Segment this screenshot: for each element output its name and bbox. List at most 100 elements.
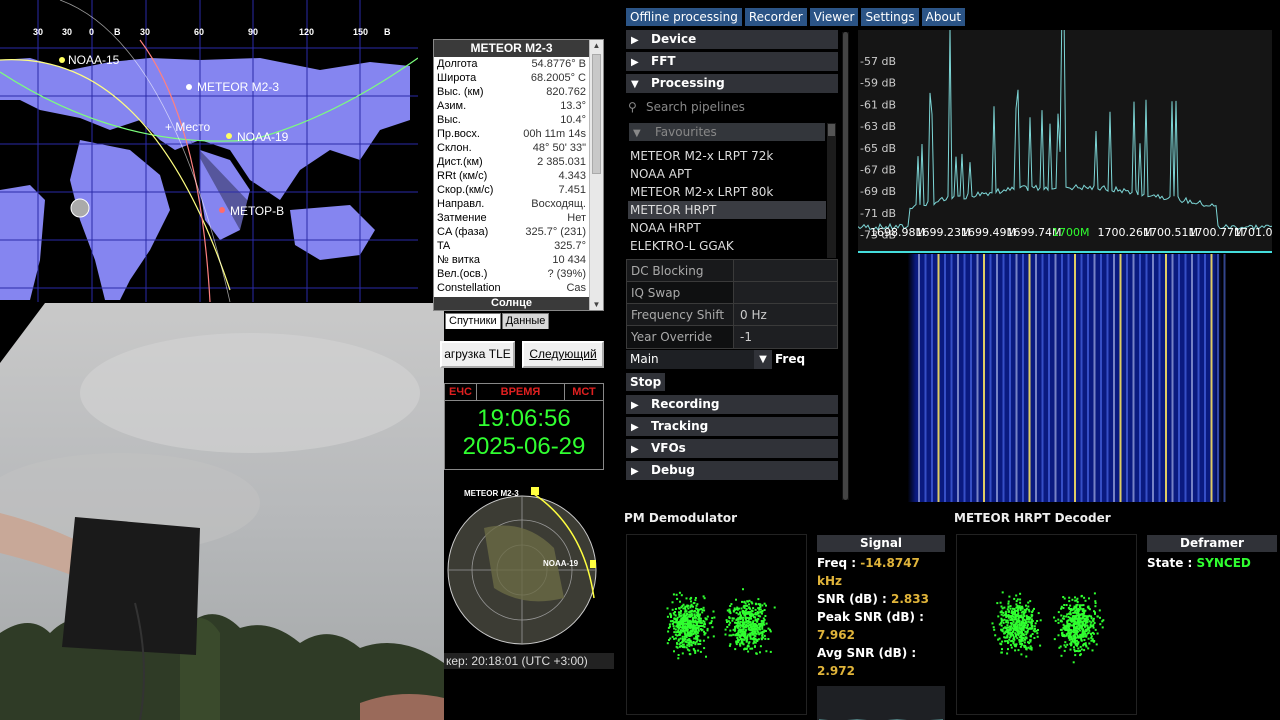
freq-label: 1701.02M	[1234, 226, 1272, 239]
pipeline-item-selected[interactable]: METEOR HRPT	[628, 201, 826, 219]
waterfall-line	[1015, 254, 1018, 502]
sat-info-key: Направл.	[437, 198, 485, 210]
section-label: Device	[651, 32, 697, 46]
option-value[interactable]: 0 Hz	[734, 304, 837, 325]
expand-icon: ▶	[631, 57, 639, 68]
waterfall-line	[1171, 254, 1174, 502]
waterfall-line	[1184, 254, 1187, 502]
signal-snr: SNR (dB) : 2.833	[817, 590, 945, 608]
menu-viewer[interactable]: Viewer	[809, 8, 859, 26]
db-label: -59 dB	[860, 77, 896, 90]
expand-icon: ▶	[631, 444, 639, 455]
pipeline-item[interactable]: ELEKTRO-L GGAK	[628, 237, 826, 255]
waterfall-line	[1152, 254, 1154, 502]
fft-spectrum[interactable]: -57 dB -59 dB -61 dB -63 dB -65 dB -67 dB -69 …	[857, 6, 1280, 502]
section-label: Tracking	[651, 419, 709, 433]
menu-about[interactable]: About	[921, 8, 966, 26]
chevron-down-icon[interactable]: ▼	[754, 350, 772, 369]
stat-value: 2.972	[817, 664, 855, 678]
search-pipelines[interactable]: ⚲ Search pipelines	[628, 98, 745, 116]
waterfall-line	[1041, 254, 1044, 502]
waterfall-line	[1100, 254, 1102, 502]
pipeline-item[interactable]: NOAA HRPT	[628, 219, 826, 237]
load-tle-button[interactable]: агрузка TLE	[440, 341, 515, 368]
favourites-header[interactable]: ▼ Favourites	[629, 123, 825, 141]
waterfall-line	[1217, 254, 1219, 502]
pm-demodulator-title: PM Demodulator	[624, 511, 738, 525]
option-frequency-shift: Frequency Shift 0 Hz	[627, 304, 837, 326]
section-debug[interactable]: ▶ Debug	[626, 461, 838, 480]
waterfall-line	[1197, 254, 1200, 502]
menu-recorder[interactable]: Recorder	[744, 8, 807, 26]
waterfall-line	[1022, 254, 1024, 502]
stat-label: Avg SNR (dB) :	[817, 646, 917, 660]
tab-satellites[interactable]: Спутники	[445, 313, 501, 329]
waterfall-line	[918, 254, 920, 502]
sat-info-row: Пр.восх. 00h 11m 14s	[434, 127, 589, 141]
sat-info-scrollbar[interactable]: ▲ ▼	[589, 40, 603, 310]
pipelines-scrollbar[interactable]	[827, 123, 836, 258]
pm-constellation	[626, 534, 807, 715]
main-select[interactable]: Main ▼	[626, 350, 772, 369]
sat-info-row: Дист.(км) 2 385.031	[434, 155, 589, 169]
menu-offline-processing[interactable]: Offline processing	[626, 8, 742, 26]
panel-scrollbar[interactable]	[842, 32, 849, 500]
freq-label: 1700M	[1052, 226, 1090, 239]
pipeline-item[interactable]: METEOR M2-x LRPT 80k	[628, 183, 826, 201]
waterfall-line	[1028, 254, 1031, 502]
sat-info-value: 10.4°	[560, 114, 586, 126]
clock-date: 2025-06-29	[462, 433, 586, 460]
sat-info-row: CA (фаза) 325.7° (231)	[434, 225, 589, 239]
scroll-thumb[interactable]	[828, 124, 835, 136]
waterfall-line	[1080, 254, 1083, 502]
sat-info-value: Cas	[566, 282, 586, 294]
section-vfos[interactable]: ▶ VFOs	[626, 439, 838, 458]
waterfall-line	[1002, 254, 1005, 502]
section-fft[interactable]: ▶ FFT	[626, 52, 838, 71]
deframer-header: Deframer	[1147, 535, 1277, 552]
collapse-icon: ▼	[631, 79, 639, 90]
tab-data[interactable]: Данные	[501, 313, 550, 329]
scroll-down-icon[interactable]: ▼	[590, 300, 603, 309]
option-value[interactable]	[734, 282, 837, 303]
sat-label-noaa19: NOAA-19	[237, 130, 289, 144]
lon-label: 90	[248, 27, 258, 37]
option-value[interactable]: -1	[734, 326, 837, 348]
sat-info-row: Широта 68.2005° С	[434, 71, 589, 85]
section-tracking[interactable]: ▶ Tracking	[626, 417, 838, 436]
section-recording[interactable]: ▶ Recording	[626, 395, 838, 414]
section-processing[interactable]: ▼ Processing	[626, 74, 838, 93]
waterfall-line	[950, 254, 953, 502]
bottom-sections: ▶ Recording ▶ Tracking ▶ VFOs ▶ Debug	[626, 395, 850, 483]
sat-info-row: Вел.(осв.) ? (39%)	[434, 267, 589, 281]
section-device[interactable]: ▶ Device	[626, 30, 838, 49]
waterfall-line	[937, 254, 940, 502]
sat-info-key: Пр.восх.	[437, 128, 480, 140]
waterfall-line	[1035, 254, 1037, 502]
stat-value: 7.962	[817, 628, 855, 642]
search-icon: ⚲	[628, 100, 637, 114]
pipeline-item[interactable]: NOAA APT	[628, 165, 826, 183]
sat-info-row: Долгота 54.8776° В	[434, 57, 589, 71]
sat-info-value: 54.8776° В	[531, 58, 586, 70]
scroll-up-icon[interactable]: ▲	[590, 41, 603, 50]
signal-avg-snr: Avg SNR (dB) : 2.972	[817, 644, 945, 680]
sat-info-row: Азим. 13.3°	[434, 99, 589, 113]
clock-header-time: ВРЕМЯ	[477, 384, 565, 400]
sat-info-value: 48° 50' 33"	[532, 142, 586, 154]
hrpt-decoder-title: METEOR HRPT Decoder	[954, 511, 1111, 525]
scroll-thumb[interactable]	[592, 54, 601, 174]
expand-icon: ▶	[631, 422, 639, 433]
stop-button[interactable]: Stop	[626, 373, 666, 391]
next-button[interactable]: Следующий	[522, 341, 604, 368]
option-value[interactable]	[734, 260, 837, 281]
waterfall-line	[1126, 254, 1128, 502]
sun-row: Солнце	[434, 297, 589, 310]
sat-info-row: Выс. (км) 820.762	[434, 85, 589, 99]
menu-settings[interactable]: Settings	[861, 8, 919, 26]
waterfall-line	[1165, 254, 1167, 502]
db-label: -65 dB	[860, 142, 896, 155]
pipeline-item[interactable]: METEOR M2-x LRPT 72k	[628, 147, 826, 165]
option-label: DC Blocking	[627, 260, 734, 281]
scroll-thumb[interactable]	[843, 32, 848, 500]
